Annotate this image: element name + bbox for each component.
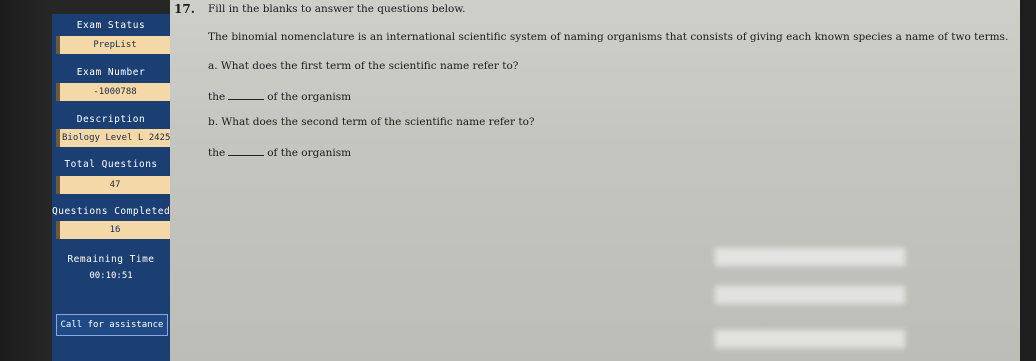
exam-status-label: Exam Status	[76, 20, 146, 31]
answer-line-a: the of the organism	[208, 89, 351, 103]
monitor-bezel	[1020, 0, 1036, 361]
total-questions-value: 47	[56, 176, 170, 194]
questions-completed-label: Questions Completed	[52, 206, 170, 217]
answer-b-blank[interactable]	[228, 145, 265, 156]
question-instruction: Fill in the blanks to answer the questio…	[208, 3, 466, 15]
questions-completed-value: 16	[56, 221, 170, 239]
description-label: Description	[76, 114, 146, 125]
answer-b-suffix: of the organism	[267, 147, 352, 159]
remaining-time-label: Remaining Time	[67, 254, 155, 265]
answer-a-suffix: of the organism	[267, 91, 352, 103]
total-questions-label: Total Questions	[64, 159, 158, 170]
question-part-a: a. What does the first term of the scien…	[208, 60, 519, 72]
question-panel: 17. Fill in the blanks to answer the que…	[170, 0, 1020, 361]
answer-line-b: the of the organism	[208, 145, 351, 159]
exam-sidebar: Exam Status PrepList Exam Number -100078…	[52, 14, 170, 361]
question-number: 17.	[174, 2, 195, 16]
exam-status-value: PrepList	[56, 36, 170, 54]
answer-a-prefix: the	[208, 91, 226, 103]
screen-glare	[715, 330, 905, 348]
call-for-assistance-button[interactable]: Call for assistance	[56, 314, 168, 336]
question-part-b: b. What does the second term of the scie…	[208, 116, 535, 128]
description-value: Biology Level L 2425	[56, 129, 170, 147]
exam-number-value: -1000788	[56, 83, 170, 101]
remaining-time-value: 00:10:51	[89, 271, 133, 281]
screen-glare	[715, 248, 905, 266]
exam-number-label: Exam Number	[76, 67, 146, 78]
screen-glare	[715, 286, 905, 304]
answer-a-blank[interactable]	[228, 89, 265, 100]
monitor-screen: Exam Status PrepList Exam Number -100078…	[0, 0, 1036, 361]
question-intro: The binomial nomenclature is an internat…	[208, 31, 1009, 43]
answer-b-prefix: the	[208, 147, 226, 159]
